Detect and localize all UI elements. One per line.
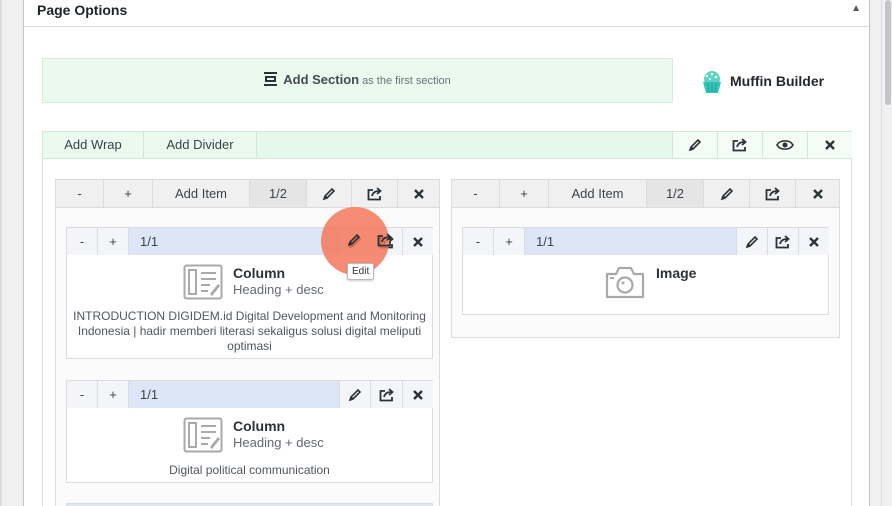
delete-item-button[interactable] [402, 381, 433, 408]
export-icon [732, 138, 747, 152]
pencil-icon [322, 187, 336, 200]
close-icon [809, 236, 819, 247]
edit-item-button[interactable] [736, 228, 767, 255]
export-icon [765, 186, 780, 200]
item-size-label: 1/1 [140, 387, 159, 402]
wrap-right-toolbar: - + Add Item 1/2 [452, 180, 839, 208]
item-decrease-button[interactable]: - [463, 228, 494, 255]
item-decrease-button[interactable]: - [67, 228, 98, 255]
section-icon [264, 72, 278, 86]
delete-item-button[interactable] [798, 228, 829, 255]
item-size-label: 1/1 [140, 234, 159, 249]
item-increase-button[interactable]: + [98, 228, 129, 255]
scrollbar-thumb[interactable] [885, 0, 891, 105]
pencil-icon [348, 388, 362, 401]
close-icon [825, 140, 835, 150]
item-subtitle: Heading + desc [233, 435, 324, 450]
add-divider-button[interactable]: Add Divider [144, 132, 257, 158]
item-increase-button[interactable]: + [98, 381, 129, 408]
export-wrap-button[interactable] [750, 180, 796, 207]
item-title: Column [233, 265, 286, 281]
export-section-button[interactable] [717, 132, 762, 158]
export-icon [367, 186, 382, 200]
pencil-icon [745, 235, 759, 248]
column-icon [183, 264, 223, 300]
wrap-size-label: 1/2 [250, 180, 307, 207]
item-body: Column Heading + desc Digital political … [67, 408, 432, 482]
panel-title: Page Options [37, 2, 128, 18]
item-increase-button[interactable]: + [494, 228, 525, 255]
pencil-icon [688, 138, 702, 152]
edit-section-button[interactable] [672, 132, 717, 158]
export-icon [775, 234, 790, 248]
add-wrap-button[interactable]: Add Wrap [43, 132, 144, 158]
panel-header[interactable]: Page Options ▲ [24, 0, 869, 27]
item-size-label: 1/1 [536, 234, 555, 249]
delete-wrap-button[interactable] [398, 180, 439, 207]
muffin-icon [703, 71, 721, 93]
pencil-icon [347, 233, 361, 247]
delete-item-button[interactable] [402, 228, 433, 255]
column-item[interactable]: - + 1/1 Column Heading + desc Digital po… [66, 380, 433, 483]
wrap-decrease-button[interactable]: - [452, 180, 500, 207]
item-subtitle: Heading + desc [233, 282, 324, 297]
edit-wrap-button[interactable] [307, 180, 352, 207]
delete-wrap-button[interactable] [796, 180, 839, 207]
logo-text: Muffin Builder [730, 73, 825, 89]
item-toolbar: - + 1/1 [463, 228, 829, 255]
item-title: Column [233, 418, 286, 434]
edit-wrap-button[interactable] [704, 180, 750, 207]
export-item-button[interactable] [370, 381, 402, 408]
caret-up-icon[interactable]: ▲ [851, 3, 861, 14]
wrap-toolbar: Add Wrap Add Divider [42, 131, 852, 159]
edit-tooltip: Edit [347, 263, 375, 280]
wrap-increase-button[interactable]: + [104, 180, 153, 207]
pencil-icon [720, 187, 733, 200]
close-icon [413, 188, 424, 199]
camera-icon [605, 266, 645, 299]
add-section-sub: as the first section [362, 75, 451, 87]
export-icon [377, 233, 392, 247]
item-description: Digital political communication [169, 463, 330, 477]
item-body: Column Heading + desc INTRODUCTION DIGID… [67, 255, 432, 358]
column-icon [183, 417, 223, 453]
export-item-button[interactable] [767, 228, 798, 255]
wrap-increase-button[interactable]: + [500, 180, 549, 207]
item-body: Image [463, 255, 828, 314]
wrap-left-toolbar: - + Add Item 1/2 [56, 180, 439, 208]
add-section-label: Add Section [283, 72, 360, 87]
add-item-button[interactable]: Add Item [549, 180, 647, 207]
item-title: Image [656, 265, 697, 281]
close-icon [812, 188, 823, 199]
image-item[interactable]: - + 1/1 Image [462, 227, 829, 315]
left-edge [0, 0, 2, 506]
item-decrease-button[interactable]: - [67, 381, 98, 408]
add-item-button[interactable]: Add Item [153, 180, 250, 207]
scrollbar[interactable] [881, 0, 892, 506]
item-description: INTRODUCTION DIGIDEM.id Digital Developm… [73, 309, 426, 353]
add-section-button[interactable]: Add Section as the first section [42, 58, 673, 103]
delete-section-button[interactable] [807, 132, 852, 158]
hide-section-button[interactable] [762, 132, 807, 158]
export-wrap-button[interactable] [352, 180, 398, 207]
wrap-decrease-button[interactable]: - [56, 180, 104, 207]
close-icon [413, 389, 423, 400]
item-toolbar: - + 1/1 [67, 381, 433, 408]
edit-item-button[interactable] [339, 381, 370, 408]
close-icon [413, 236, 423, 247]
wrap-size-label: 1/2 [647, 180, 704, 207]
export-icon [379, 387, 394, 401]
eye-icon [776, 140, 794, 150]
